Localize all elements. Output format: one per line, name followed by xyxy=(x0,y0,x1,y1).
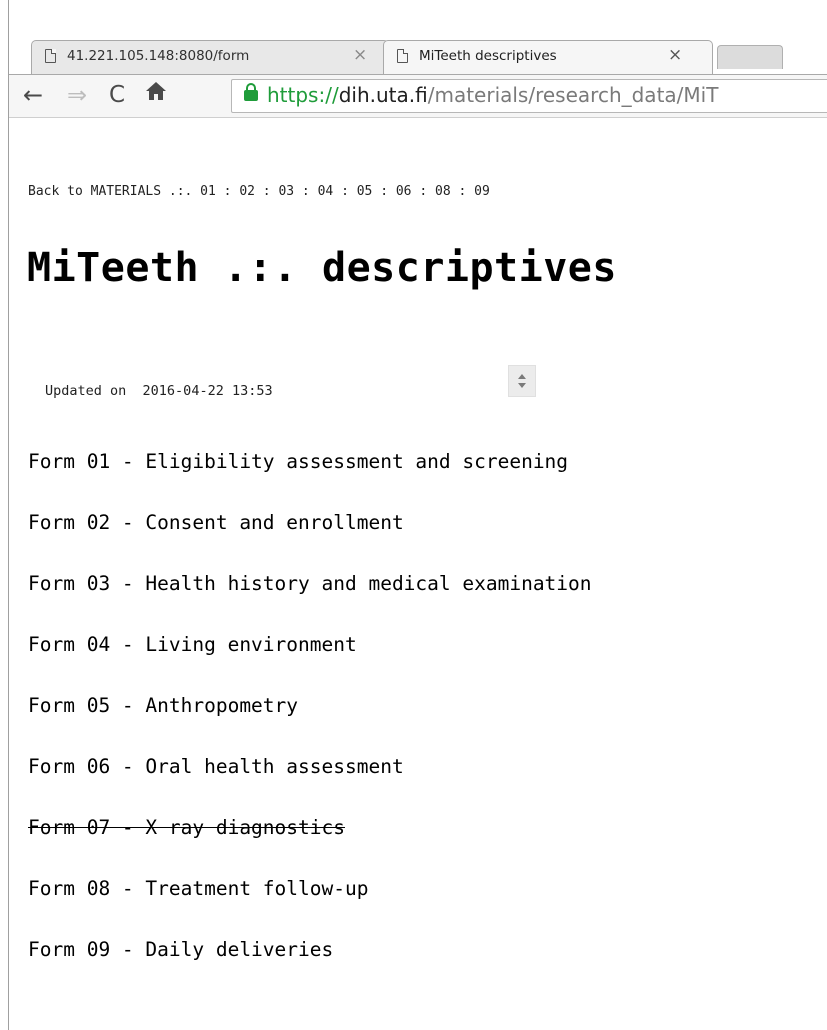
address-bar[interactable]: https://dih.uta.fi/materials/research_da… xyxy=(231,79,827,113)
page-icon xyxy=(397,49,408,63)
number-spinner[interactable] xyxy=(508,365,536,397)
tab-ip-form[interactable]: 41.221.105.148:8080/form × xyxy=(31,40,389,74)
form-link-06[interactable]: Form 06 - Oral health assessment xyxy=(28,755,404,778)
spinner-down-icon[interactable] xyxy=(518,383,526,388)
page-title: MiTeeth .:. descriptives xyxy=(27,245,617,291)
back-arrow-icon[interactable]: ← xyxy=(23,80,43,110)
forward-arrow-icon[interactable]: ⇒ xyxy=(67,80,87,110)
browser-toolbar: ← ⇒ C https://dih.uta.fi/materials/resea… xyxy=(9,74,827,118)
form-link-08[interactable]: Form 08 - Treatment follow-up xyxy=(28,877,368,900)
url-host: dih.uta.fi xyxy=(338,83,428,107)
updated-value: 2016-04-22 13:53 xyxy=(142,383,273,399)
url-text: https://dih.uta.fi/materials/research_da… xyxy=(267,83,718,107)
new-tab-button[interactable] xyxy=(717,45,783,69)
updated-label: Updated on xyxy=(45,383,127,399)
tab-title: 41.221.105.148:8080/form xyxy=(67,48,250,64)
spinner-up-icon[interactable] xyxy=(518,374,526,379)
window-left-border xyxy=(8,0,9,1030)
page-icon xyxy=(45,49,56,63)
tab-miteeth-descriptives[interactable]: MiTeeth descriptives × xyxy=(383,40,713,74)
form-link-04[interactable]: Form 04 - Living environment xyxy=(28,633,357,656)
url-scheme: https:// xyxy=(267,83,339,107)
form-link-02[interactable]: Form 02 - Consent and enrollment xyxy=(28,511,404,534)
home-icon-svg xyxy=(146,82,166,100)
close-icon[interactable]: × xyxy=(353,45,367,65)
form-link-01[interactable]: Form 01 - Eligibility assessment and scr… xyxy=(28,450,568,473)
close-icon[interactable]: × xyxy=(668,45,682,65)
tab-title: MiTeeth descriptives xyxy=(419,48,557,64)
url-path: /materials/research_data/MiT xyxy=(427,83,719,107)
form-link-09[interactable]: Form 09 - Daily deliveries xyxy=(28,938,333,961)
form-link-07-disabled: Form 07 - X ray diagnostics xyxy=(28,816,345,839)
home-icon[interactable] xyxy=(145,80,167,111)
form-link-03[interactable]: Form 03 - Health history and medical exa… xyxy=(28,572,592,595)
lock-icon xyxy=(244,83,258,101)
form-link-05[interactable]: Form 05 - Anthropometry xyxy=(28,694,298,717)
updated-timestamp: Updated on 2016-04-22 13:53 xyxy=(45,383,273,399)
tab-strip: 41.221.105.148:8080/form × MiTeeth descr… xyxy=(9,0,827,76)
reload-icon[interactable]: C xyxy=(109,80,125,110)
breadcrumb[interactable]: Back to MATERIALS .:. 01 : 02 : 03 : 04 … xyxy=(28,184,490,199)
